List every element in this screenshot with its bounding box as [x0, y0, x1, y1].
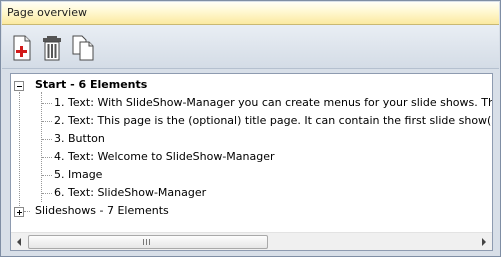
toolbar: [2, 25, 499, 69]
tree-node-slideshows[interactable]: Slideshows - 7 Elements: [35, 202, 169, 220]
tree-node-start[interactable]: Start - 6 Elements: [35, 76, 147, 94]
horizontal-scrollbar[interactable]: [11, 232, 492, 250]
scrollbar-thumb[interactable]: [28, 235, 268, 249]
collapse-toggle[interactable]: [14, 81, 24, 91]
panel-titlebar: Page overview: [2, 2, 499, 25]
page-overview-panel: Page overview Start - 6 Elements 1. Text…: [0, 0, 501, 257]
new-page-button[interactable]: [10, 35, 34, 61]
tree-item[interactable]: 3. Button: [54, 130, 105, 148]
tree-connector: [42, 121, 52, 122]
tree-item[interactable]: 6. Text: SlideShow-Manager: [54, 184, 206, 202]
tree-connector: [24, 211, 30, 212]
expand-toggle[interactable]: [14, 207, 24, 217]
scroll-left-arrow-icon: [17, 237, 21, 246]
tree-connector: [42, 193, 52, 194]
delete-page-button[interactable]: [40, 35, 64, 61]
tree-connector: [42, 175, 52, 176]
scroll-right-button[interactable]: [475, 233, 492, 250]
new-page-icon: [13, 35, 31, 61]
grip-icon: [143, 239, 151, 245]
scroll-right-arrow-icon: [482, 237, 486, 246]
copy-page-button[interactable]: [71, 35, 95, 61]
page-tree[interactable]: Start - 6 Elements 1. Text: With SlideSh…: [10, 73, 493, 251]
tree-item[interactable]: 1. Text: With SlideShow-Manager you can …: [54, 94, 492, 112]
delete-icon: [43, 36, 61, 61]
tree-item[interactable]: 4. Text: Welcome to SlideShow-Manager: [54, 148, 275, 166]
tree-item[interactable]: 5. Image: [54, 166, 102, 184]
tree-item[interactable]: 2. Text: This page is the (optional) tit…: [54, 112, 492, 130]
tree-connector: [42, 103, 52, 104]
tree-connector: [42, 157, 52, 158]
panel-title: Page overview: [7, 6, 87, 19]
scroll-left-button[interactable]: [11, 233, 28, 250]
tree-connector: [41, 92, 42, 202]
copy-icon: [72, 35, 94, 61]
tree-connector: [42, 139, 52, 140]
tree-connector: [19, 92, 20, 212]
